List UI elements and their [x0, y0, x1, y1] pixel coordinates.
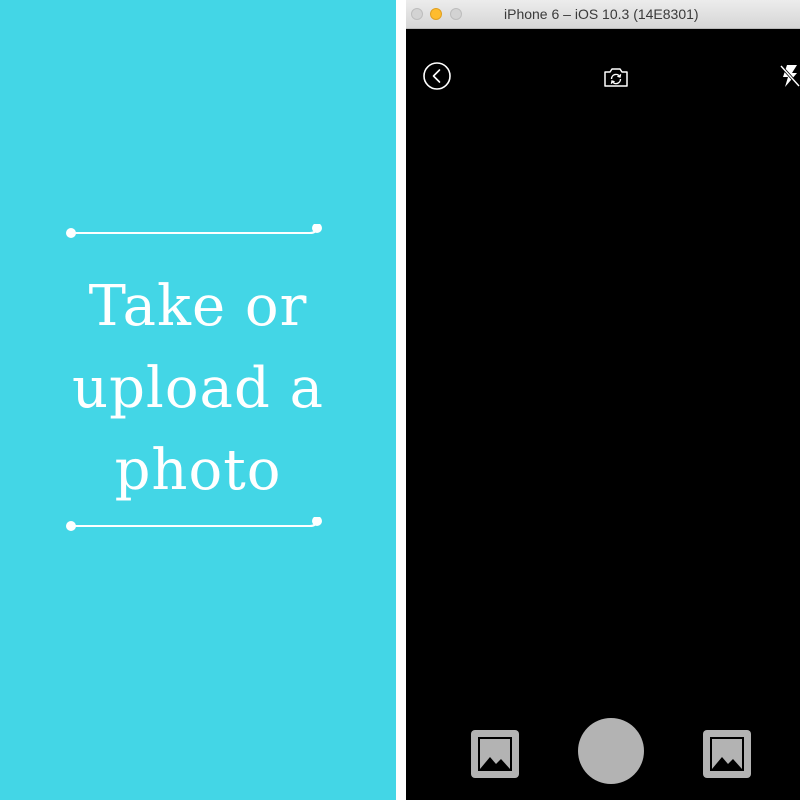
simulator-window: iPhone 6 – iOS 10.3 (14E8301): [406, 0, 800, 800]
image-icon[interactable]: [470, 729, 520, 779]
flash-off-icon[interactable]: [778, 63, 800, 89]
simulator-window-title: iPhone 6 – iOS 10.3 (14E8301): [504, 6, 699, 22]
chevron-left-circle-icon[interactable]: [422, 61, 452, 91]
shutter-button[interactable]: [578, 718, 644, 784]
promo-title: Take or upload a photo: [72, 274, 324, 503]
window-close-button[interactable]: [411, 8, 423, 20]
window-zoom-button[interactable]: [450, 8, 462, 20]
panel-divider: [396, 0, 406, 800]
simulator-title-bar[interactable]: iPhone 6 – iOS 10.3 (14E8301): [406, 0, 800, 29]
window-minimize-button[interactable]: [430, 8, 442, 20]
image-icon[interactable]: [702, 729, 752, 779]
top-decorative-rule: [66, 224, 322, 238]
screenshot-root: Take or upload a photo iPhone 6 – iOS 10…: [0, 0, 800, 800]
bottom-decorative-rule: [66, 517, 322, 531]
promo-panel: Take or upload a photo: [0, 0, 396, 800]
camera-flip-icon[interactable]: [602, 65, 630, 89]
camera-screen: [406, 29, 800, 800]
